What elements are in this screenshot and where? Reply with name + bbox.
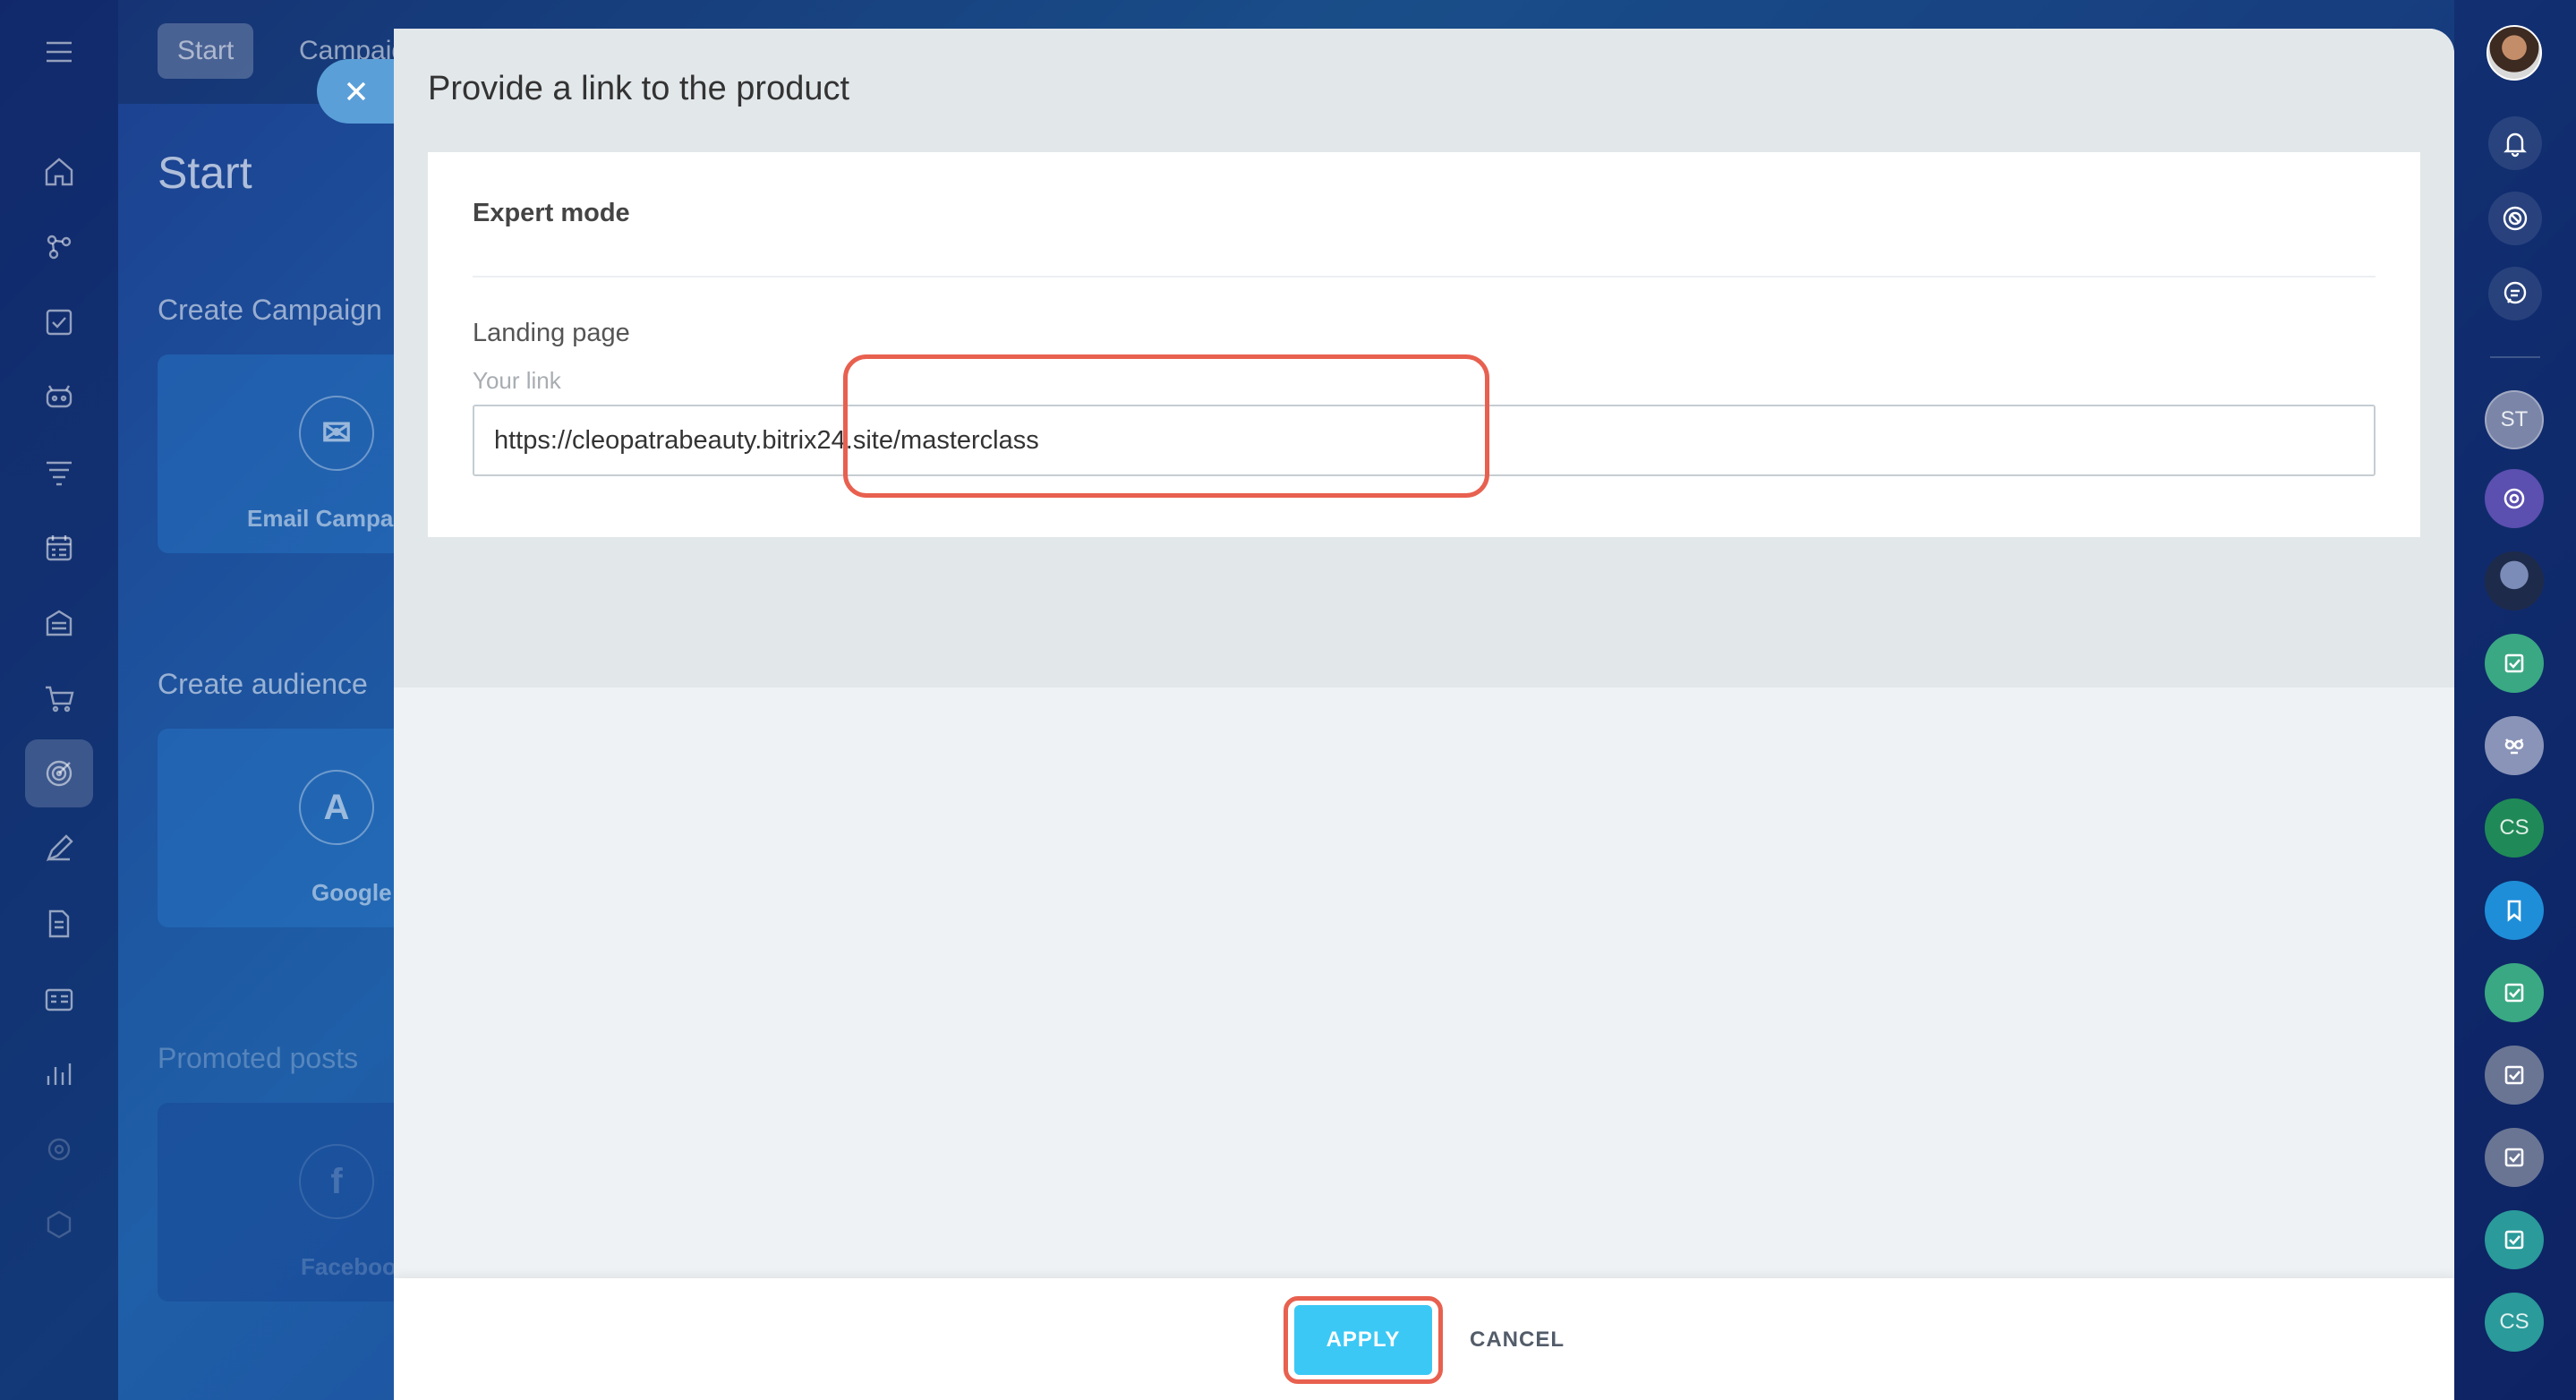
- crm-icon[interactable]: [25, 213, 93, 281]
- chat-task-icon[interactable]: [2485, 1128, 2544, 1187]
- google-ads-icon: A: [299, 770, 374, 845]
- home-icon[interactable]: [25, 138, 93, 206]
- copilot-chat-icon[interactable]: [2488, 192, 2542, 245]
- settings-icon[interactable]: [25, 1115, 93, 1183]
- panel-title: Provide a link to the product: [428, 70, 850, 107]
- tasks-icon[interactable]: [25, 288, 93, 356]
- close-panel-button[interactable]: [317, 59, 399, 124]
- menu-icon[interactable]: [25, 18, 93, 86]
- calendar-icon[interactable]: [25, 514, 93, 582]
- chat-avatar-cs[interactable]: CS: [2485, 798, 2544, 858]
- store-icon[interactable]: [25, 589, 93, 657]
- card-title: Expert mode: [473, 199, 630, 227]
- your-link-label: Your link: [473, 367, 561, 394]
- chat-avatar-cs[interactable]: CS: [2485, 1293, 2544, 1352]
- expert-mode-card: Expert mode Landing page Your link: [428, 152, 2420, 537]
- chat-group-icon[interactable]: [2485, 469, 2544, 528]
- search-chat-icon[interactable]: [2488, 267, 2542, 320]
- apps-icon[interactable]: [25, 1191, 93, 1259]
- chat-avatar-user[interactable]: [2485, 551, 2544, 610]
- card-label: Email Campa: [247, 505, 394, 532]
- tab-start[interactable]: Start: [158, 23, 254, 79]
- chat-avatar-cat[interactable]: [2485, 716, 2544, 775]
- user-avatar[interactable]: [2486, 25, 2542, 81]
- chat-task-icon[interactable]: [2485, 634, 2544, 693]
- left-navigation: [0, 0, 118, 1400]
- email-icon: ✉: [299, 396, 374, 471]
- close-icon: [346, 81, 366, 101]
- funnel-icon[interactable]: [25, 439, 93, 507]
- cancel-button[interactable]: CANCEL: [1455, 1305, 1579, 1375]
- chat-task-icon[interactable]: [2485, 1210, 2544, 1269]
- chat-task-icon[interactable]: [2485, 1046, 2544, 1105]
- chat-task-icon[interactable]: [2485, 963, 2544, 1022]
- right-sidebar: ST CS CS: [2454, 0, 2576, 1400]
- chat-avatar-st[interactable]: ST: [2485, 390, 2544, 449]
- section-create-campaign: Create Campaign: [158, 294, 382, 326]
- notifications-icon[interactable]: [2488, 116, 2542, 170]
- divider: [2490, 356, 2540, 358]
- section-create-audience: Create audience: [158, 668, 368, 700]
- panel-footer: APPLY CANCEL: [394, 1278, 2454, 1400]
- sites-icon[interactable]: [25, 815, 93, 883]
- documents-icon[interactable]: [25, 890, 93, 958]
- cart-icon[interactable]: [25, 664, 93, 732]
- link-panel: Provide a link to the product Expert mod…: [394, 29, 2454, 1400]
- marketing-icon[interactable]: [25, 739, 93, 807]
- chat-bookmark-icon[interactable]: [2485, 881, 2544, 940]
- link-input[interactable]: [473, 405, 2376, 476]
- copilot-icon[interactable]: [25, 363, 93, 431]
- apply-button[interactable]: APPLY: [1294, 1305, 1432, 1375]
- landing-page-label: Landing page: [473, 319, 630, 347]
- section-promoted-posts: Promoted posts: [158, 1042, 359, 1074]
- page-title: Start: [158, 148, 252, 198]
- services-icon[interactable]: [25, 965, 93, 1033]
- analytics-icon[interactable]: [25, 1040, 93, 1108]
- divider: [473, 276, 2376, 277]
- facebook-icon: f: [299, 1144, 374, 1219]
